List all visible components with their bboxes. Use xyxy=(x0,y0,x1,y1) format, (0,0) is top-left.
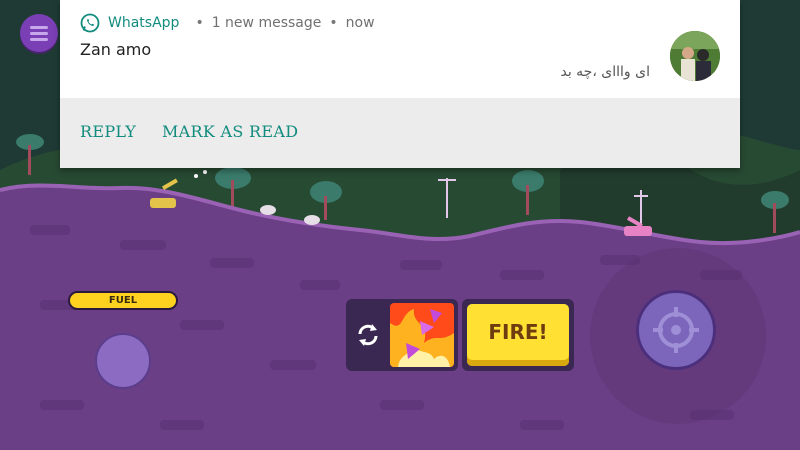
hamburger-menu-icon xyxy=(30,26,48,29)
mark-as-read-button[interactable]: MARK AS READ xyxy=(162,122,298,141)
notification-time: now xyxy=(345,15,375,31)
notification-actions: REPLY MARK AS READ xyxy=(60,98,740,168)
whatsapp-icon xyxy=(80,13,100,33)
fuel-bar: FUEL xyxy=(68,291,178,310)
reply-button[interactable]: REPLY xyxy=(80,122,136,141)
aim-button[interactable] xyxy=(636,290,716,370)
whatsapp-notification[interactable]: WhatsApp • 1 new message • now Zan amo ا… xyxy=(60,0,740,168)
fire-button[interactable]: FIRE! xyxy=(467,304,569,366)
notification-summary: 1 new message xyxy=(211,15,322,31)
weapon-icon[interactable] xyxy=(390,303,454,367)
sender-name: Zan amo xyxy=(80,40,152,59)
weapon-selector[interactable] xyxy=(346,299,458,371)
message-text: ای وااای ،چه بد xyxy=(560,64,650,80)
notification-header: WhatsApp • 1 new message • now xyxy=(80,12,375,34)
crosshair-icon xyxy=(653,307,699,353)
menu-button[interactable] xyxy=(20,14,58,52)
move-joystick[interactable] xyxy=(95,333,151,389)
swap-arrows-icon[interactable] xyxy=(354,321,382,349)
avatar xyxy=(670,31,720,81)
app-name: WhatsApp xyxy=(108,15,180,31)
fire-button-frame: FIRE! xyxy=(462,299,574,371)
